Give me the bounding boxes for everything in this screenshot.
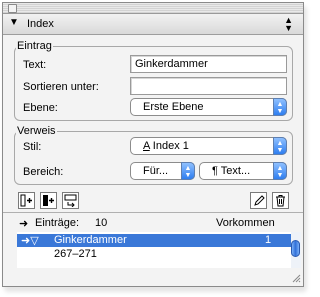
style-popup-value: Index 1 <box>152 140 189 152</box>
char-style-icon: A <box>143 140 150 152</box>
add-entry-button[interactable] <box>18 192 35 209</box>
range-popup[interactable]: Für... ▲ ▼ <box>130 162 195 180</box>
resize-grip-icon[interactable] <box>291 273 301 283</box>
entries-count: 10 <box>95 217 108 229</box>
popup-arrows-icon: ▲ ▼ <box>273 98 287 116</box>
add-all-entries-icon <box>43 195 54 206</box>
index-palette: ▼ Index ▲ ▼ Eintrag Text: Ginkerdammer So… <box>2 2 304 287</box>
delete-button[interactable] <box>272 192 289 209</box>
palette-title: Index <box>27 18 54 30</box>
text-range-popup-value: Text... <box>220 165 251 177</box>
sort-label: Sortieren unter: <box>23 81 99 93</box>
range-label: Bereich: <box>23 166 64 178</box>
palette-tab[interactable]: ▼ Index ▲ ▼ <box>3 14 303 35</box>
level-label: Ebene: <box>23 102 58 114</box>
style-label: Stil: <box>23 141 42 153</box>
find-next-button[interactable] <box>62 192 79 209</box>
list-item-count: 1 <box>265 234 272 246</box>
scrollbar[interactable] <box>291 232 301 268</box>
text-field[interactable]: Ginkerdammer <box>130 55 287 73</box>
reference-group-label: Verweis <box>16 125 57 137</box>
add-all-button[interactable] <box>40 192 57 209</box>
level-popup-value: Erste Ebene <box>143 101 204 113</box>
entries-list[interactable]: ➜▽ Ginkerdammer 1 267–271 <box>17 232 291 268</box>
occurrences-label: Vorkommen <box>216 217 275 229</box>
popup-arrows-icon: ▲ ▼ <box>273 162 287 180</box>
edit-button[interactable] <box>250 192 267 209</box>
text-range-popup[interactable]: ¶ Text... ▲ ▼ <box>199 162 287 180</box>
style-popup[interactable]: A Index 1 ▲ ▼ <box>130 137 287 155</box>
add-entry-icon <box>20 194 32 207</box>
popup-arrows-icon: ▲ ▼ <box>181 162 195 180</box>
list-item[interactable]: 267–271 <box>17 248 291 261</box>
sort-field[interactable] <box>130 77 287 95</box>
level-popup[interactable]: Erste Ebene ▲ ▼ <box>130 98 287 116</box>
pencil-icon <box>254 195 265 206</box>
text-label: Text: <box>23 59 47 71</box>
divider <box>3 212 303 213</box>
close-box[interactable] <box>8 4 17 13</box>
list-item-label: Ginkerdammer <box>54 234 127 246</box>
popup-arrows-icon: ▲ ▼ <box>273 137 287 155</box>
trash-icon <box>276 195 285 207</box>
arrow-icon: ➜▽ <box>21 235 39 247</box>
paragraph-icon: ¶ <box>212 165 218 177</box>
entries-label: Einträge: <box>35 217 80 229</box>
list-item-label: 267–271 <box>54 248 97 260</box>
list-item[interactable]: ➜▽ Ginkerdammer 1 <box>17 234 291 247</box>
scrollbar-thumb[interactable] <box>291 240 300 257</box>
collapse-triangle-icon[interactable]: ▼ <box>9 17 19 28</box>
range-popup-value: Für... <box>143 165 169 177</box>
palette-titlebar[interactable] <box>3 3 303 14</box>
palette-menu-icon[interactable]: ▲ ▼ <box>284 16 293 33</box>
find-next-icon <box>64 194 77 207</box>
entry-group-label: Eintrag <box>16 40 53 52</box>
entries-arrow-icon: ➜ <box>19 218 29 230</box>
